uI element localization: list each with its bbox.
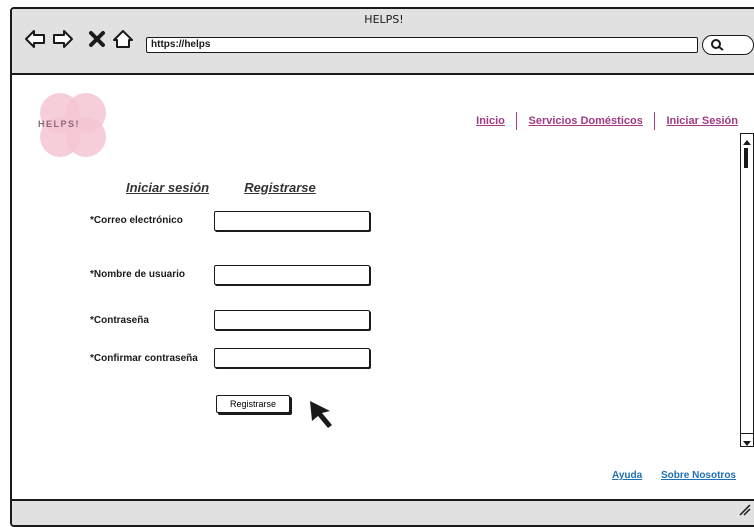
forward-arrow-icon[interactable] — [52, 29, 74, 49]
logo[interactable]: HELPS! — [34, 91, 114, 161]
username-field[interactable] — [214, 265, 370, 285]
tab-registrarse[interactable]: Registrarse — [244, 180, 316, 195]
window-title: HELPS! — [364, 13, 404, 26]
search-button[interactable] — [702, 35, 754, 55]
back-arrow-icon[interactable] — [24, 29, 46, 49]
tab-iniciar-sesion[interactable]: Iniciar sesión — [126, 180, 209, 195]
vertical-scrollbar[interactable] — [740, 133, 754, 447]
home-icon[interactable] — [112, 29, 134, 49]
register-button[interactable]: Registrarse — [216, 395, 290, 413]
scroll-up-icon[interactable] — [741, 134, 753, 146]
email-field[interactable] — [214, 211, 370, 231]
url-bar[interactable]: https://helps — [146, 37, 698, 53]
password-label: *Contraseña — [90, 315, 149, 326]
browser-window: HELPS! https://helps HELPS! Inicio Servi… — [10, 7, 754, 527]
resize-grip-icon[interactable] — [738, 503, 752, 517]
nav-link-inicio[interactable]: Inicio — [476, 115, 505, 127]
mouse-pointer-icon — [308, 399, 336, 433]
nav-link-iniciar-sesion[interactable]: Iniciar Sesión — [666, 115, 738, 127]
search-icon — [711, 39, 724, 51]
nav-separator — [515, 112, 518, 130]
top-navigation: Inicio Servicios Domésticos Iniciar Sesi… — [476, 112, 738, 130]
confirm-password-label: *Confirmar contraseña — [90, 353, 198, 364]
close-x-icon[interactable] — [88, 29, 106, 49]
scrollbar-thumb[interactable] — [744, 148, 748, 168]
title-bar: HELPS! https://helps — [12, 9, 754, 75]
status-bar — [12, 499, 754, 525]
confirm-password-field[interactable] — [214, 348, 370, 368]
nav-link-servicios-domesticos[interactable]: Servicios Domésticos — [529, 115, 643, 127]
scroll-down-icon[interactable] — [741, 433, 753, 446]
nav-separator — [653, 112, 656, 130]
password-field[interactable] — [214, 310, 370, 330]
footer-link-sobre-nosotros[interactable]: Sobre Nosotros — [661, 470, 736, 481]
email-label: *Correo electrónico — [90, 215, 183, 226]
username-label: *Nombre de usuario — [90, 269, 186, 280]
logo-text: HELPS! — [38, 119, 81, 129]
footer-links: Ayuda Sobre Nosotros — [596, 470, 736, 481]
auth-tabs: Iniciar sesión Registrarse — [126, 177, 316, 196]
footer-link-ayuda[interactable]: Ayuda — [612, 470, 642, 481]
